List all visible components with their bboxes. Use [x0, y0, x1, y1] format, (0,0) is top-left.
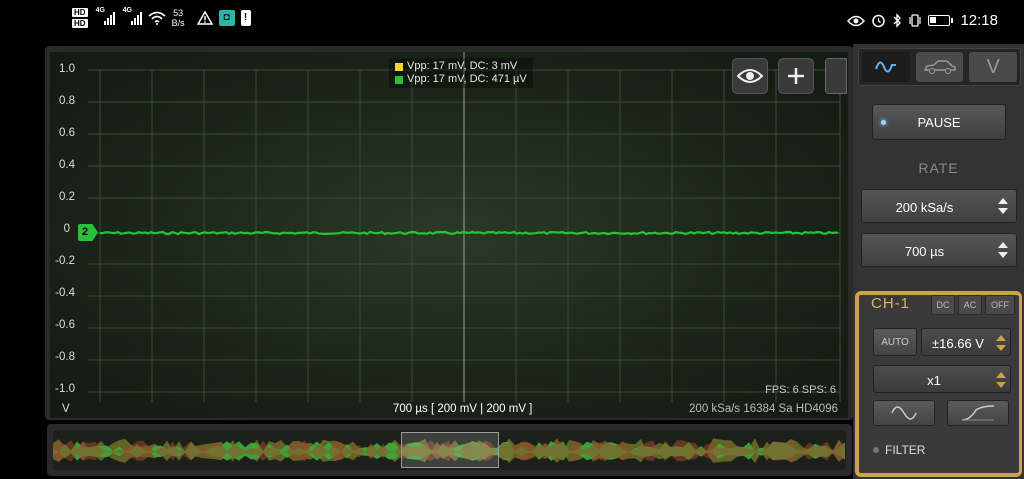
scope-info-bar: V 700 µs [ 200 mV | 200 mV ] 200 kSa/s 1…	[50, 402, 848, 418]
fps-readout: FPS: 6 SPS: 6	[765, 384, 836, 396]
eye-icon	[737, 69, 763, 83]
yellow-swatch-icon	[395, 62, 403, 71]
tab-voltmeter[interactable]: V	[969, 52, 1018, 82]
overview-viewport-window[interactable]	[401, 432, 499, 468]
waveform-overview[interactable]	[47, 424, 852, 476]
y-axis-label: 1.0	[59, 63, 75, 75]
y-axis-label: -1.0	[55, 383, 75, 395]
app-badge-icon: !	[240, 10, 251, 26]
signal-label: 4G	[95, 7, 105, 14]
channel-2-trace	[99, 230, 839, 236]
voltage-range-selector[interactable]: ±16.66 V	[921, 328, 1011, 356]
v-letter-icon: V	[986, 55, 1000, 78]
rate-label: RATE	[918, 160, 959, 176]
updown-arrows-icon	[996, 335, 1006, 351]
tab-automotive[interactable]	[915, 52, 964, 82]
filter-response-button[interactable]	[947, 400, 1009, 426]
auto-range-button[interactable]: AUTO	[873, 328, 917, 356]
pause-button[interactable]: PAUSE	[872, 104, 1006, 140]
sine-wave-icon	[874, 61, 896, 73]
filter-toggle[interactable]: FILTER	[873, 443, 925, 457]
legend-row-ch1: Vpp: 17 mV, DC: 3 mV	[395, 60, 527, 73]
net-speed: 53 B/s	[171, 8, 185, 28]
measurement-legend: Vpp: 17 mV, DC: 3 mV Vpp: 17 mV, DC: 471…	[389, 58, 533, 88]
signal-icon: 4G	[123, 7, 142, 25]
timebase-readout: 700 µs [ 200 mV | 200 mV ]	[393, 403, 533, 415]
channel-1-panel: CH-1 DC AC OFF AUTO ±16.66 V x1 FILTER	[855, 291, 1022, 477]
clock: 12:18	[960, 12, 998, 29]
filter-curve-icon	[961, 405, 995, 421]
eye-comfort-icon	[847, 15, 866, 26]
scope-plot[interactable]: 1.0 0.8 0.6 0.4 0.2 0 -0.2 -0.4 -0.6 -0.…	[50, 52, 848, 418]
bluetooth-icon	[893, 13, 902, 28]
y-axis-label: 0.2	[59, 191, 75, 203]
sine-wave-icon	[891, 406, 917, 420]
side-drawer-handle[interactable]	[825, 58, 847, 94]
legend-row-ch2: Vpp: 17 mV, DC: 471 µV	[395, 73, 527, 86]
hd-badge: HD	[72, 19, 88, 28]
y-axis-label: 0.4	[59, 159, 75, 171]
control-panel: V PAUSE RATE 200 kSa/s 700 µs CH-1 DC AC…	[853, 44, 1024, 479]
sample-rate-selector[interactable]: 200 kSa/s	[861, 189, 1017, 223]
y-axis-label: -0.6	[55, 319, 75, 331]
visibility-toggle-button[interactable]	[732, 58, 768, 94]
y-axis-label: -0.2	[55, 255, 75, 267]
y-axis-label: 0	[63, 223, 70, 235]
app-notification-icon: ◘	[218, 10, 235, 26]
filter-indicator-icon	[873, 447, 879, 453]
probe-multiplier-selector[interactable]: x1	[873, 365, 1011, 393]
y-axis-label: 0.8	[59, 95, 75, 107]
coupling-off-button[interactable]: OFF	[985, 295, 1015, 315]
car-icon	[923, 60, 956, 74]
updown-arrows-icon	[996, 372, 1006, 388]
battery-icon	[928, 15, 954, 26]
time-per-div-selector[interactable]: 700 µs	[861, 233, 1017, 267]
updown-arrows-icon	[998, 198, 1008, 214]
alarm-icon	[872, 14, 886, 28]
channel-title: CH-1	[871, 295, 911, 312]
updown-arrows-icon	[998, 242, 1008, 258]
hd-badge: HD	[72, 8, 88, 17]
waveform-shape-button[interactable]	[873, 400, 935, 426]
mode-tabs: V	[858, 48, 1021, 86]
y-axis-label: -0.8	[55, 351, 75, 363]
coupling-ac-button[interactable]: AC	[958, 295, 982, 315]
plus-icon	[788, 68, 804, 84]
signal-label: 4G	[122, 7, 132, 14]
hd-badges: HD HD	[72, 8, 88, 28]
coupling-dc-button[interactable]: DC	[931, 295, 955, 315]
status-left: HD HD 4G 4G 53 B/s ◘ !	[72, 7, 251, 28]
y-axis-label: 0.6	[59, 127, 75, 139]
status-right: 12:18	[847, 12, 998, 29]
warning-icon	[196, 11, 213, 25]
add-button[interactable]	[778, 58, 814, 94]
wifi-icon	[147, 11, 166, 25]
unit-label: V	[62, 403, 70, 415]
green-swatch-icon	[395, 75, 403, 84]
overview-track	[53, 430, 846, 470]
y-axis-label: -0.4	[55, 287, 75, 299]
acquisition-info: 200 kSa/s 16384 Sa HD4096	[689, 403, 838, 415]
status-bar: HD HD 4G 4G 53 B/s ◘ ! 12:18	[0, 0, 1024, 44]
pause-indicator-icon	[881, 120, 886, 125]
vibrate-icon	[909, 14, 922, 27]
signal-icon: 4G	[96, 7, 115, 25]
tab-oscilloscope[interactable]	[862, 52, 910, 82]
scope-grid	[88, 52, 841, 402]
